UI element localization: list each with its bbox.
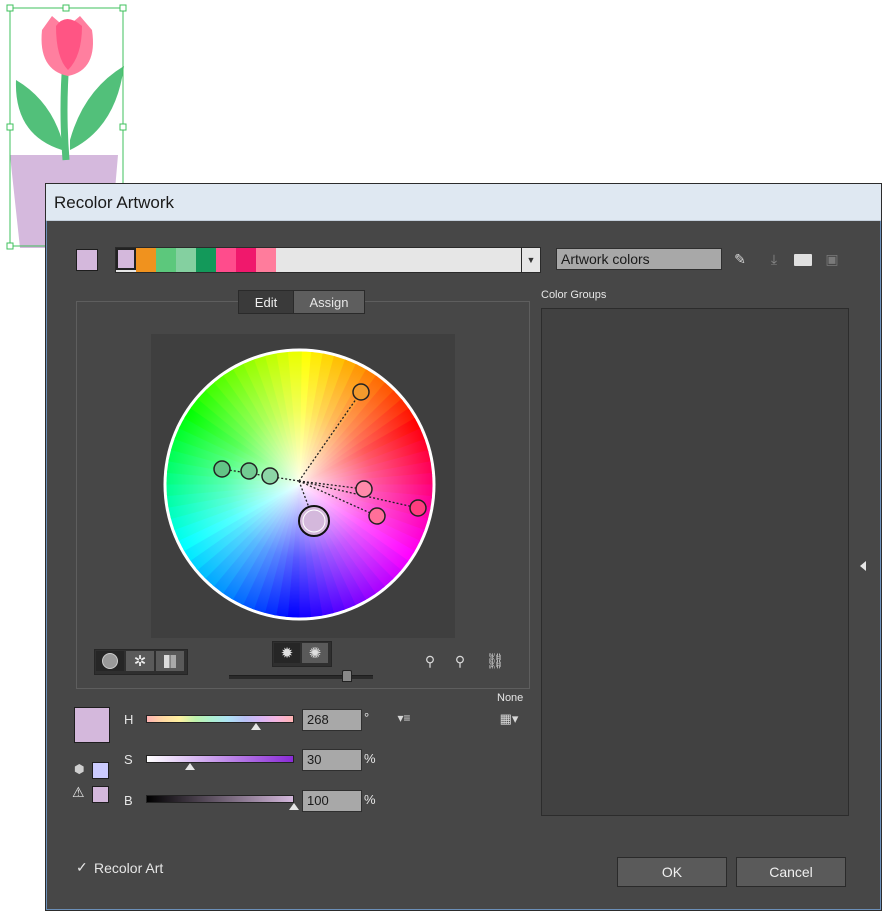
color-marker[interactable] [261, 467, 279, 485]
strip-color-swatch[interactable] [116, 248, 136, 270]
none-label: None [497, 692, 524, 704]
recolor-artwork-dialog: Recolor Artwork ▼ Artwork colors ✎ ⤓ ▣ E… [45, 183, 882, 911]
brightness-slider-thumb[interactable] [342, 670, 352, 682]
strip-color-swatch[interactable] [236, 248, 256, 272]
gamut-swatch[interactable] [92, 786, 109, 803]
saturation-unit: % [364, 751, 376, 766]
remove-color-tool-icon[interactable]: ⚲ [450, 651, 470, 671]
title-bar: Recolor Artwork [46, 184, 881, 221]
color-bars-button[interactable] [156, 651, 184, 671]
color-wheel[interactable] [162, 347, 437, 622]
right-leaf [70, 66, 124, 150]
smooth-wheel-icon [102, 653, 118, 669]
dialog-title: Recolor Artwork [54, 193, 174, 212]
brightness-value-field[interactable]: 100 [302, 790, 362, 812]
color-marker[interactable] [213, 460, 231, 478]
recolor-art-label[interactable]: Recolor Art [94, 860, 163, 876]
left-leaf [15, 80, 62, 150]
chevron-down-icon: ▼ [526, 255, 536, 265]
strip-color-swatch[interactable] [216, 248, 236, 272]
color-groups-label: Color Groups [541, 289, 607, 301]
saturation-slider-thumb[interactable] [185, 763, 195, 770]
color-groups-panel[interactable] [541, 308, 849, 816]
hue-label: H [124, 712, 134, 727]
brightness-value-slider-thumb[interactable] [289, 803, 299, 810]
hue-slider-track[interactable] [146, 715, 294, 723]
eyedropper-icon[interactable]: ✎ [730, 248, 750, 270]
brightness-value-slider-track[interactable] [146, 795, 294, 803]
brightness-unit: % [364, 792, 376, 807]
color-marker[interactable] [240, 462, 258, 480]
current-color-preview [74, 707, 110, 743]
ok-button[interactable]: OK [617, 857, 727, 887]
strip-color-swatch[interactable] [176, 248, 196, 272]
color-library-icon[interactable]: ▦▾ [495, 710, 523, 728]
add-color-tool-icon[interactable]: ⚲ [420, 651, 440, 671]
strip-color-swatch[interactable] [156, 248, 176, 272]
recolor-art-checkbox[interactable]: ✓ [76, 860, 90, 874]
out-of-web-icon[interactable]: ⬢ [74, 762, 88, 776]
strip-color-swatch[interactable] [196, 248, 216, 272]
color-marker[interactable] [409, 499, 427, 517]
strip-color-swatch[interactable] [256, 248, 276, 272]
saturation-slider-track[interactable] [146, 755, 294, 763]
hue-slider-thumb[interactable] [251, 723, 261, 730]
brightness-icon[interactable]: ✹ [274, 643, 300, 663]
saturation-icon[interactable]: ✺ [302, 643, 328, 663]
color-group-strip[interactable] [115, 247, 522, 273]
new-folder-icon[interactable] [794, 254, 812, 266]
color-mode-menu-icon[interactable]: ▾≡ [393, 710, 415, 726]
saturation-value-field[interactable]: 30 [302, 749, 362, 771]
color-marker[interactable] [352, 383, 370, 401]
link-harmony-icon[interactable]: ⛓ [484, 651, 506, 671]
hue-unit: ° [364, 710, 370, 725]
color-bars-icon [164, 654, 176, 668]
out-of-gamut-warning-icon[interactable]: ⚠ [72, 784, 88, 800]
collapse-panel-icon[interactable] [860, 561, 866, 571]
tab-assign[interactable]: Assign [293, 290, 365, 314]
trash-icon[interactable]: ▣ [822, 248, 842, 270]
tab-edit[interactable]: Edit [238, 290, 294, 314]
color-marker[interactable] [355, 480, 373, 498]
active-color-swatch[interactable] [76, 249, 98, 271]
color-marker[interactable] [368, 507, 386, 525]
saturation-label: S [124, 752, 133, 767]
brightness-label: B [124, 793, 133, 808]
web-safe-swatch[interactable] [92, 762, 109, 779]
hue-value-field[interactable]: 268 [302, 709, 362, 731]
save-group-icon[interactable]: ⤓ [764, 248, 784, 270]
cancel-button[interactable]: Cancel [736, 857, 846, 887]
smooth-wheel-button[interactable] [96, 651, 124, 671]
segmented-wheel-button[interactable]: ✲ [126, 651, 154, 671]
strip-color-swatch[interactable] [136, 248, 156, 272]
group-name-field[interactable]: Artwork colors [556, 248, 722, 270]
strip-dropdown-button[interactable]: ▼ [521, 247, 541, 273]
segmented-wheel-icon: ✲ [133, 653, 147, 670]
